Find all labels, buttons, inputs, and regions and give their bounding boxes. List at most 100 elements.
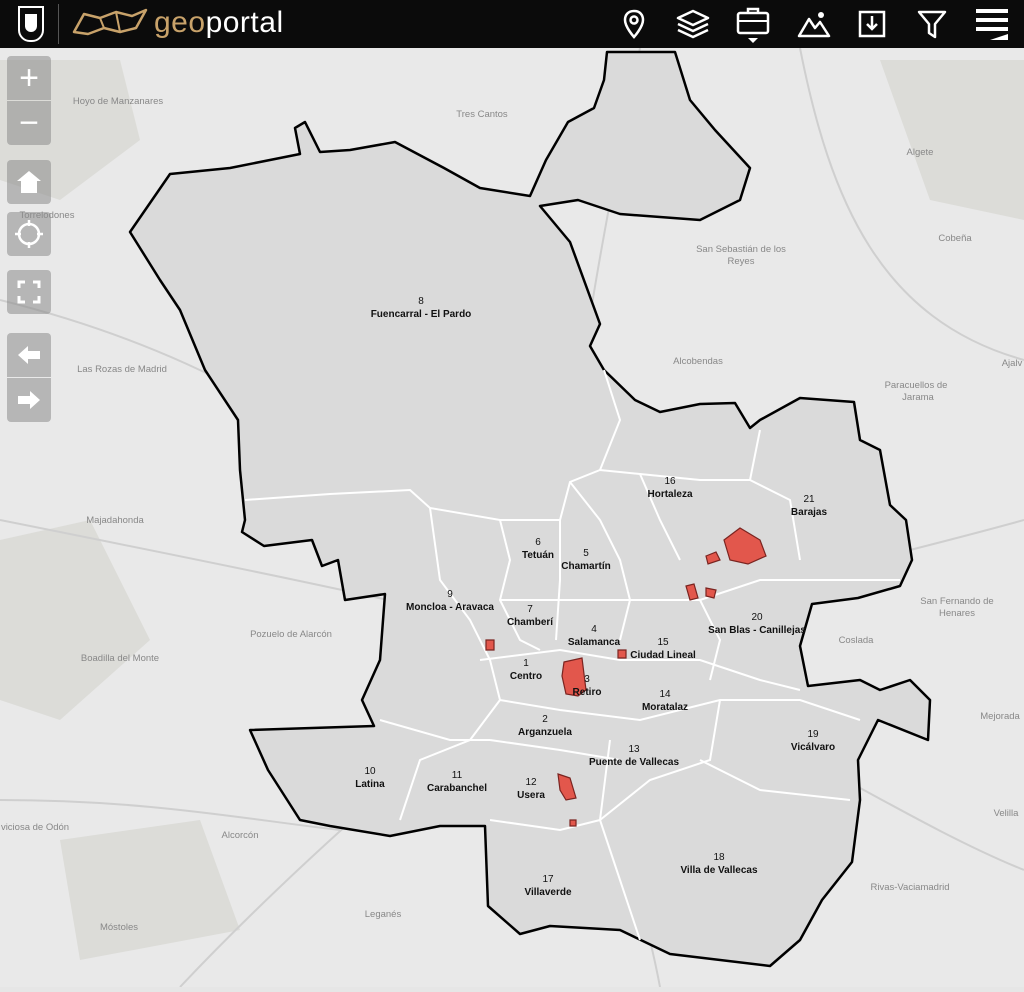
district-number-label: 12 [525, 777, 537, 788]
locate-button[interactable] [7, 212, 51, 256]
previous-extent-button[interactable] [7, 333, 51, 377]
place-name-label: Leganés [365, 909, 402, 920]
place-name-label: Pozuelo de Alarcón [250, 629, 332, 640]
location-pin-button[interactable] [614, 4, 654, 44]
district-number-label: 7 [527, 604, 533, 615]
place-name-label: Majadahonda [86, 515, 144, 526]
location-pin-icon [623, 9, 645, 39]
place-name-label: viciosa de Odón [1, 822, 69, 833]
crosshair-icon [15, 220, 43, 248]
highlight-zone-sanblas-2 [705, 587, 717, 599]
district-name-label: Retiro [573, 687, 602, 698]
layers-icon [676, 9, 710, 39]
district-name-label: Tetuán [522, 550, 554, 561]
district-number-label: 13 [628, 744, 640, 755]
download-button[interactable] [852, 4, 892, 44]
place-name-label: Reyes [728, 256, 755, 267]
place-name-label: Cobeña [938, 233, 972, 244]
place-name-label: Rivas-Vaciamadrid [870, 882, 949, 893]
filter-icon [917, 10, 947, 39]
place-name-label: Ajalv [1002, 358, 1023, 369]
district-name-label: Chamberí [507, 617, 554, 628]
brand-title[interactable]: geoportal [154, 6, 284, 40]
place-name-label: Tres Cantos [456, 109, 508, 120]
header-separator [58, 4, 59, 44]
map-canvas[interactable]: Hoyo de ManzanaresTres CantosAlgeteTorre… [0, 47, 1024, 988]
arrow-right-icon [18, 391, 40, 409]
district-number-label: 14 [659, 689, 671, 700]
district-number-label: 8 [418, 296, 424, 307]
place-name-label: Velilla [994, 808, 1020, 819]
fullscreen-icon [17, 280, 41, 304]
district-number-label: 2 [542, 714, 548, 725]
district-number-label: 16 [664, 476, 676, 487]
district-name-label: San Blas - Canillejas [708, 625, 806, 636]
menu-icon [976, 9, 1008, 40]
district-number-label: 17 [542, 874, 554, 885]
brand-geo: geo [154, 6, 206, 39]
arrow-left-icon [18, 346, 40, 364]
place-name-label: Mejorada [980, 711, 1020, 722]
home-button[interactable] [7, 160, 51, 204]
district-number-label: 10 [364, 766, 376, 777]
place-name-label: Coslada [839, 635, 875, 646]
district-name-label: Usera [517, 790, 545, 801]
place-name-label: Móstoles [100, 922, 138, 933]
briefcase-icon [736, 7, 770, 43]
place-name-label: Hoyo de Manzanares [73, 96, 164, 107]
map-view[interactable]: Hoyo de ManzanaresTres CantosAlgeteTorre… [0, 47, 1024, 988]
zoom-out-button[interactable]: − [7, 101, 51, 145]
district-name-label: Arganzuela [518, 727, 572, 738]
district-name-label: Ciudad Lineal [630, 650, 696, 661]
district-name-label: Hortaleza [647, 489, 692, 500]
district-name-label: Villa de Vallecas [680, 865, 758, 876]
district-number-label: 5 [583, 548, 589, 559]
home-icon [17, 171, 41, 193]
district-number-label: 18 [713, 852, 725, 863]
terrain-button[interactable] [794, 4, 834, 44]
download-icon [858, 10, 886, 38]
highlight-zone-usera-small [569, 819, 577, 827]
district-number-label: 19 [807, 729, 819, 740]
highlight-zone-moncloa [485, 639, 495, 651]
terrain-icon [797, 12, 831, 38]
place-name-label: Alcorcón [222, 830, 259, 841]
district-name-label: Vicálvaro [791, 742, 835, 753]
district-name-label: Fuencarral - El Pardo [371, 309, 472, 320]
district-number-label: 9 [447, 589, 453, 600]
district-number-label: 11 [452, 770, 463, 781]
district-name-label: Carabanchel [427, 783, 487, 794]
district-number-label: 1 [523, 658, 529, 669]
district-name-label: Barajas [791, 507, 828, 518]
place-name-label: Las Rozas de Madrid [77, 364, 167, 375]
district-number-label: 15 [657, 637, 669, 648]
district-name-label: Villaverde [524, 887, 572, 898]
city-crest-logo [18, 6, 44, 42]
place-name-label: San Sebastián de los [696, 244, 786, 255]
filter-button[interactable] [912, 4, 952, 44]
menu-button[interactable] [972, 4, 1012, 44]
place-name-label: Boadilla del Monte [81, 653, 159, 664]
district-number-label: 4 [591, 624, 597, 635]
place-name-label: Algete [907, 147, 934, 158]
highlight-zone-ciudad-lineal [617, 649, 627, 659]
place-name-label: Alcobendas [673, 356, 723, 367]
district-name-label: Latina [355, 779, 385, 790]
district-number-label: 6 [535, 537, 541, 548]
district-name-label: Centro [510, 671, 542, 682]
district-number-label: 3 [584, 674, 590, 685]
zoom-in-button[interactable]: + [7, 56, 51, 100]
district-name-label: Chamartín [561, 561, 610, 572]
district-number-label: 20 [751, 612, 763, 623]
geoportal-map-logo-icon [72, 8, 148, 36]
district-name-label: Moratalaz [642, 702, 688, 713]
place-name-label: San Fernando de [920, 596, 993, 607]
layers-button[interactable] [673, 4, 713, 44]
briefcase-button[interactable] [733, 4, 773, 44]
place-name-label: Jarama [902, 392, 934, 403]
district-number-label: 21 [803, 494, 815, 505]
place-name-label: Henares [939, 608, 975, 619]
next-extent-button[interactable] [7, 378, 51, 422]
district-name-label: Moncloa - Aravaca [406, 602, 494, 613]
fullscreen-button[interactable] [7, 270, 51, 314]
